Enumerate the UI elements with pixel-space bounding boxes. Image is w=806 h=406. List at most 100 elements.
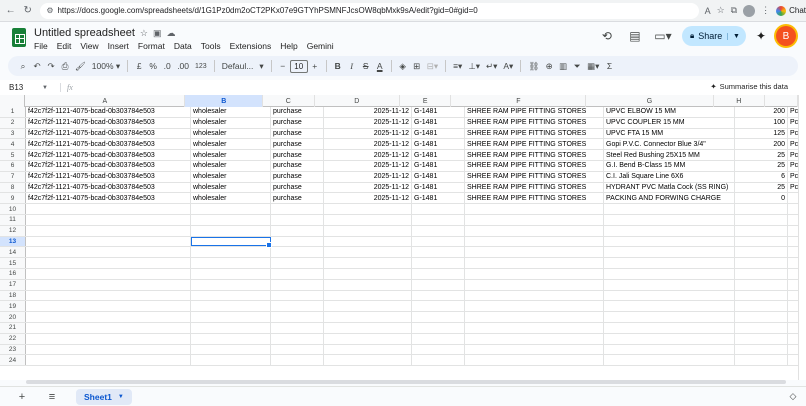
grid-cell[interactable] <box>191 258 271 268</box>
grid-cell[interactable]: SHREE RAM PIPE FITTING STORES <box>465 107 604 117</box>
font-size-increase-button[interactable]: + <box>308 58 322 74</box>
document-title[interactable]: Untitled spreadsheet <box>34 27 135 39</box>
column-header-b[interactable]: B <box>185 95 264 107</box>
grid-cell[interactable] <box>191 268 271 279</box>
grid-cell[interactable] <box>412 247 465 258</box>
more-formats-button[interactable]: 123 <box>192 58 210 74</box>
grid-cell[interactable]: G-1481 <box>412 139 465 150</box>
column-header-c[interactable]: C <box>263 95 315 107</box>
grid-cell[interactable] <box>465 344 604 355</box>
grid-cell[interactable] <box>191 333 271 344</box>
undo-icon[interactable]: ↶ <box>30 58 44 74</box>
reader-icon[interactable]: A <box>705 6 711 16</box>
chevron-down-icon[interactable]: ▼ <box>118 394 124 400</box>
row-header[interactable]: 17 <box>0 279 26 290</box>
grid-cell[interactable]: purchase <box>271 193 324 204</box>
grid-cell[interactable] <box>26 290 191 301</box>
grid-cell[interactable] <box>271 355 324 366</box>
grid-cell[interactable]: purchase <box>271 139 324 150</box>
bold-button[interactable]: B <box>331 58 345 74</box>
grid-cell[interactable] <box>735 290 788 301</box>
site-info-icon[interactable]: ⚙ <box>46 6 53 15</box>
row-header[interactable]: 20 <box>0 312 26 322</box>
share-dropdown-icon[interactable]: ▼ <box>727 32 740 40</box>
grid-cell[interactable] <box>735 279 788 290</box>
grid-cell[interactable] <box>788 215 798 225</box>
grid-cell[interactable] <box>324 333 412 344</box>
grid-cell[interactable]: wholesaler <box>191 193 271 204</box>
grid-cell[interactable] <box>191 344 271 355</box>
grid-cell[interactable] <box>465 301 604 312</box>
grid-cell[interactable] <box>788 312 798 322</box>
merge-cells-icon[interactable]: ⊟▾ <box>424 58 441 74</box>
grid-cell[interactable]: SHREE RAM PIPE FITTING STORES <box>465 193 604 204</box>
grid-cell[interactable]: f42c7f2f-1121-4075-bcad-0b303784e503 <box>26 160 191 171</box>
grid-cell[interactable] <box>26 279 191 290</box>
grid-cell[interactable]: f42c7f2f-1121-4075-bcad-0b303784e503 <box>26 150 191 160</box>
grid-cell[interactable] <box>324 268 412 279</box>
grid-cell[interactable] <box>271 236 324 247</box>
grid-cell[interactable] <box>412 344 465 355</box>
grid-cell[interactable] <box>271 322 324 333</box>
filter-views-icon[interactable]: ▦▾ <box>584 58 602 74</box>
column-header-i[interactable] <box>765 95 798 107</box>
grid-cell[interactable]: Pc <box>788 183 798 193</box>
grid-cell[interactable]: G.I. Bend B-Class 15 MM <box>604 160 735 171</box>
grid-cell[interactable]: wholesaler <box>191 128 271 139</box>
grid-cell[interactable]: HYDRANT PVC Matla Cock (SS RING) <box>604 182 735 193</box>
text-wrap-icon[interactable]: ↵▾ <box>483 58 500 74</box>
row-header[interactable]: 22 <box>0 333 26 344</box>
grid-cell[interactable] <box>465 225 604 236</box>
grid-cell[interactable]: 200 <box>735 139 788 150</box>
version-history-icon[interactable]: ⟲ <box>598 29 616 43</box>
grid-cell[interactable] <box>604 204 735 214</box>
grid-cell[interactable] <box>735 344 788 355</box>
grid-cell[interactable]: 2025-11-12 <box>324 128 412 139</box>
percent-format-button[interactable]: % <box>146 58 160 74</box>
add-sheet-icon[interactable]: + <box>14 389 30 405</box>
row-header[interactable]: 6 <box>0 160 26 171</box>
grid-cell[interactable] <box>412 225 465 236</box>
row-header[interactable]: 9 <box>0 193 26 204</box>
grid-cell[interactable] <box>788 247 798 257</box>
grid-cell[interactable]: f42c7f2f-1121-4075-bcad-0b303784e503 <box>26 107 191 117</box>
grid-cell[interactable] <box>26 236 191 247</box>
grid-cell[interactable] <box>604 322 735 333</box>
grid-cell[interactable]: 2025-11-12 <box>324 193 412 204</box>
grid-cell[interactable] <box>735 268 788 279</box>
grid-cell[interactable] <box>735 312 788 322</box>
grid-cell[interactable]: SHREE RAM PIPE FITTING STORES <box>465 128 604 139</box>
grid-cell[interactable]: 2025-11-12 <box>324 117 412 128</box>
profile-avatar[interactable] <box>743 4 756 17</box>
grid-cell[interactable] <box>465 355 604 366</box>
url-field[interactable]: ⚙ https://docs.google.com/spreadsheets/d… <box>40 2 699 19</box>
grid-cell[interactable] <box>604 258 735 268</box>
menu-data[interactable]: Data <box>174 41 192 51</box>
grid-cell[interactable] <box>191 214 271 225</box>
grid-cell[interactable] <box>465 214 604 225</box>
grid-cell[interactable]: G-1481 <box>412 193 465 204</box>
grid-cell[interactable] <box>191 355 271 366</box>
grid-cell[interactable] <box>191 225 271 236</box>
column-header-d[interactable]: D <box>315 95 400 107</box>
grid-cell[interactable] <box>324 214 412 225</box>
grid-cell[interactable] <box>26 268 191 279</box>
grid-cell[interactable] <box>788 301 798 311</box>
all-sheets-icon[interactable]: ≡ <box>44 389 60 405</box>
grid-cell[interactable] <box>26 322 191 333</box>
grid-cell[interactable] <box>412 268 465 279</box>
row-header[interactable]: 4 <box>0 139 26 150</box>
grid-cell[interactable]: f42c7f2f-1121-4075-bcad-0b303784e503 <box>26 117 191 128</box>
row-header[interactable]: 16 <box>0 268 26 279</box>
grid-cell[interactable]: UPVC COUPLER 15 MM <box>604 117 735 128</box>
grid-cell[interactable] <box>271 268 324 279</box>
menu-extensions[interactable]: Extensions <box>230 41 272 51</box>
grid-cell[interactable] <box>412 333 465 344</box>
grid-cell[interactable] <box>191 322 271 333</box>
grid-cell[interactable] <box>788 269 798 279</box>
row-header[interactable]: 3 <box>0 128 26 139</box>
grid-cell[interactable] <box>604 247 735 258</box>
grid-cell[interactable] <box>465 290 604 301</box>
grid-cell[interactable] <box>604 290 735 301</box>
fill-color-icon[interactable]: ◈ <box>396 58 410 74</box>
